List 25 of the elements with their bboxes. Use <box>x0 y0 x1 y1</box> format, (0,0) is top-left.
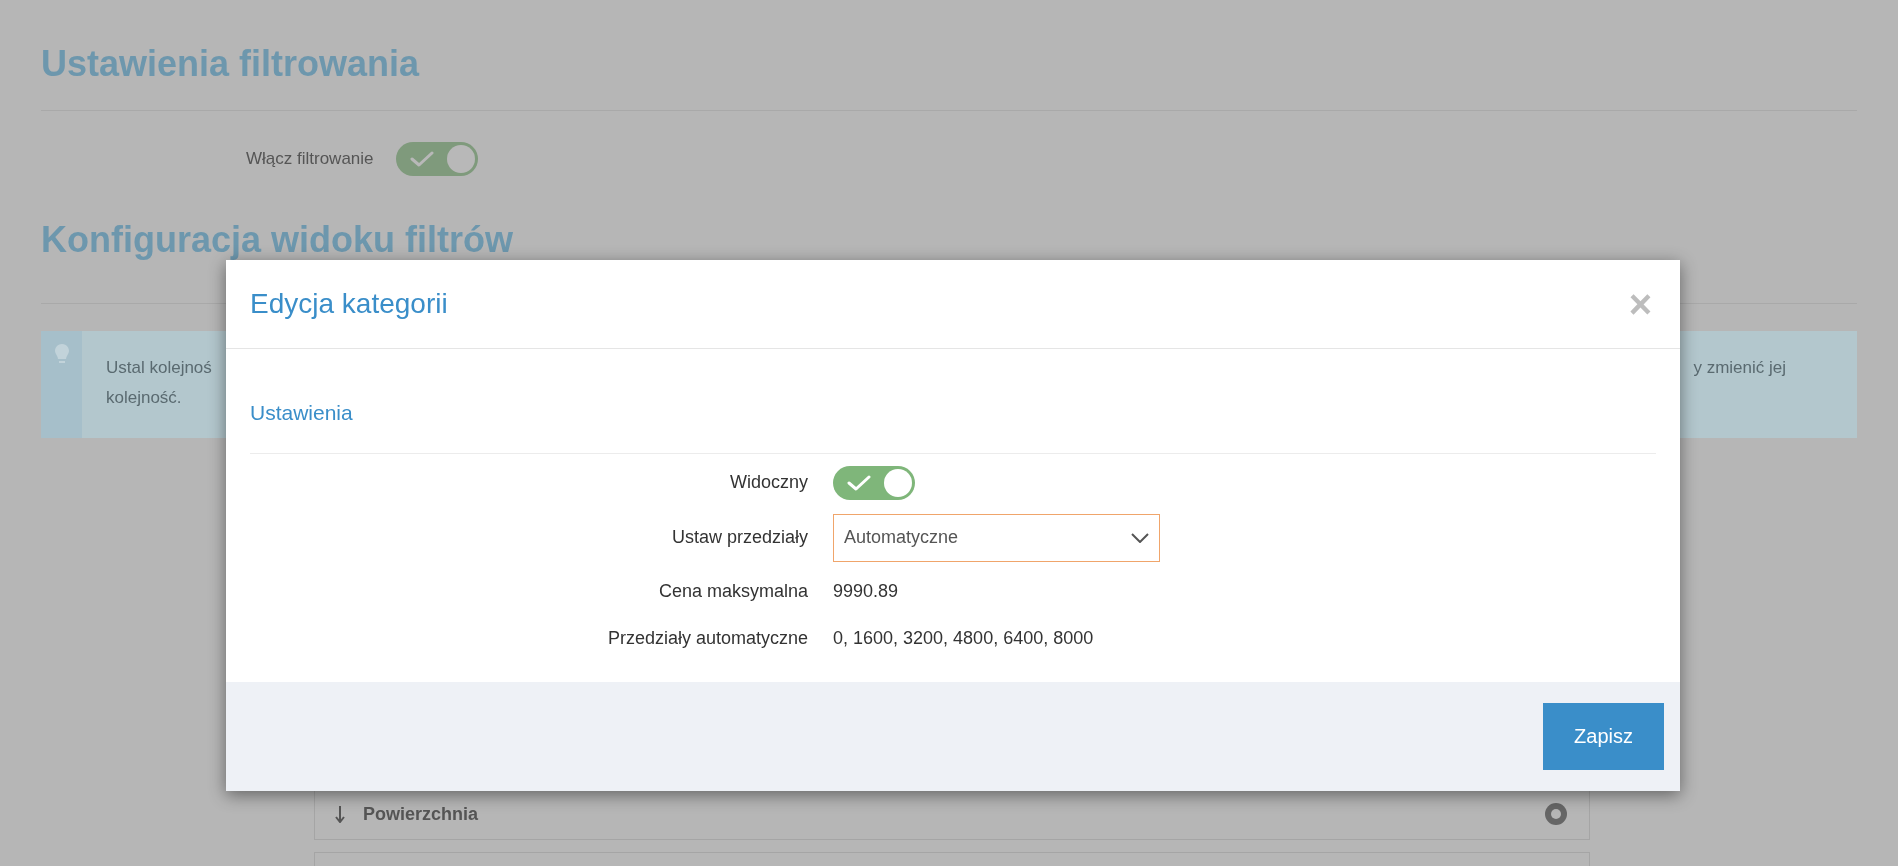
toggle-switch[interactable] <box>395 142 478 176</box>
lightbulb-icon <box>53 343 70 365</box>
info-text: Ustal kolejnoś <box>106 357 212 379</box>
section-title: Konfiguracja widoku filtrów <box>41 220 514 260</box>
info-text: kolejność. <box>106 387 183 409</box>
field-value: 9990.89 <box>833 579 899 603</box>
toggle-switch[interactable] <box>833 465 915 500</box>
drag-arrow-icon <box>335 805 345 823</box>
field-value: 0, 1600, 3200, 4800, 6400, 8000 <box>833 626 1094 650</box>
filter-label: Włącz filtrowanie <box>246 148 374 171</box>
field-label: Cena maksymalna <box>657 579 808 603</box>
save-button[interactable]: Zapisz <box>1543 702 1664 770</box>
check-icon <box>409 151 434 167</box>
check-icon <box>847 474 871 491</box>
interval-select[interactable]: Automatyczne <box>833 513 1160 562</box>
field-label: Przedziały automatyczne <box>606 626 808 650</box>
close-button[interactable]: × <box>1628 284 1656 324</box>
field-label: Ustaw przedziały <box>670 526 808 549</box>
section-heading: Ustawienia <box>250 400 354 426</box>
page-title: Ustawienia filtrowania <box>41 42 421 86</box>
info-text: y zmienić jej <box>1693 357 1786 379</box>
field-label: Widoczny <box>728 471 808 494</box>
dialog-title: Edycja kategorii <box>250 287 448 321</box>
row-label: Powierzchnia <box>363 802 479 826</box>
chevron-down-icon <box>1131 532 1149 543</box>
